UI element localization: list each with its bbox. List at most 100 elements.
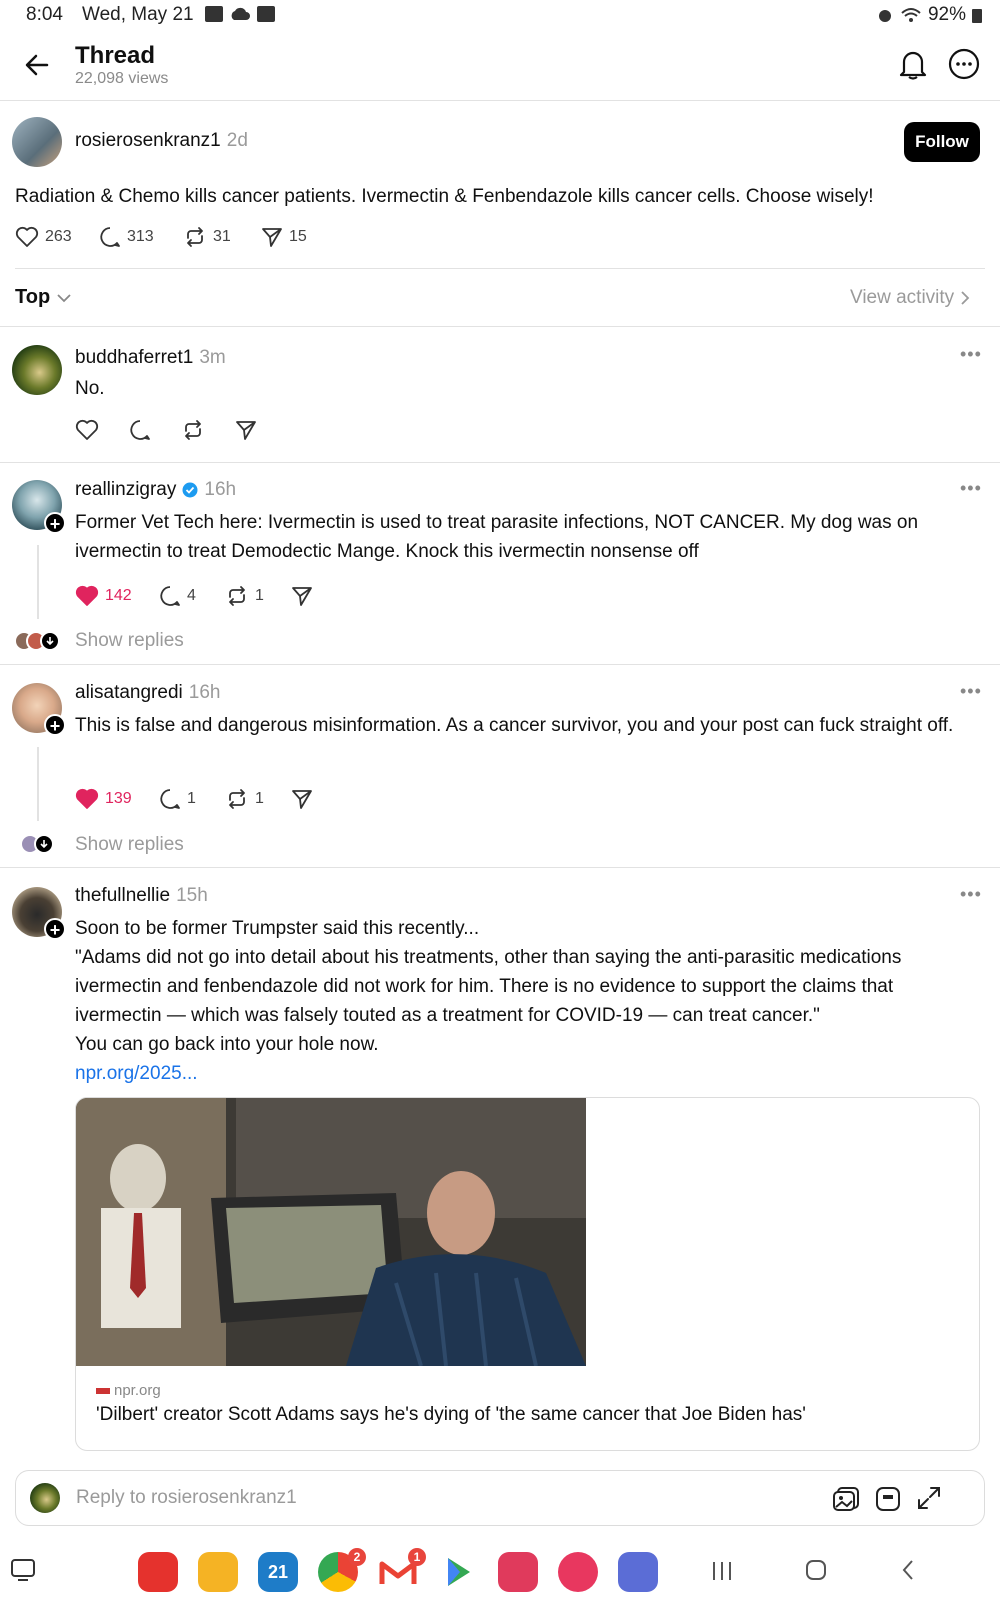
- reply-input[interactable]: Reply to rosierosenkranz1: [76, 1487, 297, 1509]
- comment-icon: [100, 227, 120, 247]
- like-button[interactable]: 142: [75, 585, 159, 607]
- view-activity-link[interactable]: View activity: [850, 287, 970, 309]
- external-link[interactable]: npr.org/2025...: [75, 1059, 975, 1088]
- reply-divider: [0, 462, 1000, 463]
- reply-header: thefullnellie 15h: [75, 885, 208, 907]
- sort-divider: [0, 326, 1000, 327]
- card-domain: npr.org: [96, 1382, 161, 1399]
- reply-more-button[interactable]: •••: [960, 344, 982, 365]
- reply-username[interactable]: alisatangredi: [75, 682, 183, 703]
- page-title: Thread: [75, 42, 156, 69]
- repost-icon: [187, 227, 203, 247]
- chevron-down-icon: [57, 293, 71, 302]
- reply-username[interactable]: thefullnellie: [75, 885, 170, 906]
- more-options-button[interactable]: [948, 48, 980, 80]
- repost-count: 1: [255, 790, 264, 807]
- comment-icon[interactable]: [129, 419, 151, 441]
- gif-icon[interactable]: [874, 1485, 902, 1513]
- repost-count: 1: [255, 587, 264, 604]
- more-circle-icon: [948, 48, 980, 80]
- repost-button[interactable]: 31: [183, 226, 261, 248]
- app-drawer-icon[interactable]: [618, 1552, 658, 1592]
- reply-more-button[interactable]: •••: [960, 884, 982, 905]
- send-icon[interactable]: [235, 419, 257, 441]
- repost-icon: [229, 789, 245, 809]
- expand-icon[interactable]: [916, 1485, 942, 1511]
- heart-icon: [15, 226, 39, 247]
- op-avatar[interactable]: [12, 117, 62, 167]
- play-store-icon[interactable]: [438, 1552, 478, 1592]
- office-app-icon[interactable]: [138, 1552, 178, 1592]
- comment-button[interactable]: 313: [99, 226, 183, 248]
- reply-more-button[interactable]: •••: [960, 478, 982, 499]
- link-preview-card[interactable]: npr.org 'Dilbert' creator Scott Adams sa…: [75, 1097, 980, 1451]
- view-activity-label: View activity: [850, 287, 955, 308]
- gmail-badge: 1: [408, 1548, 426, 1566]
- comment-count: 4: [187, 587, 196, 604]
- screen-recorder-icon[interactable]: [498, 1552, 538, 1592]
- share-button[interactable]: [291, 788, 313, 810]
- user-avatar: [30, 1483, 60, 1513]
- reply-composer[interactable]: Reply to rosierosenkranz1: [15, 1470, 985, 1526]
- sort-dropdown[interactable]: Top: [15, 286, 72, 309]
- show-replies-link[interactable]: Show replies: [75, 834, 184, 856]
- taskbar-toggle-icon[interactable]: [10, 1558, 36, 1582]
- comment-button[interactable]: 1: [159, 788, 225, 810]
- reply-avatar[interactable]: [12, 345, 62, 395]
- heart-icon[interactable]: [75, 419, 99, 441]
- repost-icon[interactable]: [181, 419, 205, 441]
- follow-plus-icon[interactable]: +: [44, 512, 66, 534]
- reply-text: Former Vet Tech here: Ivermectin is used…: [75, 512, 919, 562]
- follow-plus-icon[interactable]: +: [44, 918, 66, 940]
- send-icon: [292, 790, 312, 809]
- battery-icon: [972, 9, 982, 23]
- back-nav-icon[interactable]: [900, 1558, 916, 1582]
- status-date: Wed, May 21: [82, 4, 194, 25]
- op-time: 2d: [226, 130, 248, 151]
- reply-avatars-stack[interactable]: [14, 631, 60, 651]
- notifications-button[interactable]: [898, 48, 928, 80]
- status-time: 8:04: [26, 4, 63, 25]
- calendar-app-icon[interactable]: 21: [258, 1552, 298, 1592]
- reply-username[interactable]: buddhaferret1: [75, 347, 193, 368]
- send-icon: [262, 228, 282, 247]
- reply-text-line: You can go back into your hole now.: [75, 1034, 379, 1055]
- like-button[interactable]: 139: [75, 788, 159, 810]
- reply-avatars-stack[interactable]: [20, 834, 54, 854]
- home-icon[interactable]: [804, 1558, 828, 1582]
- bell-icon: [899, 51, 927, 80]
- reply-text: This is false and dangerous misinformati…: [75, 715, 954, 736]
- recent-apps-icon[interactable]: [710, 1560, 734, 1582]
- op-actions: 263 313 31 15: [15, 226, 307, 248]
- reply-header: alisatangredi 16h: [75, 682, 220, 704]
- share-button[interactable]: [291, 585, 313, 607]
- op-header: rosierosenkranz1 2d: [75, 130, 248, 152]
- post-divider: [15, 268, 985, 269]
- card-title: 'Dilbert' creator Scott Adams says he's …: [96, 1404, 806, 1425]
- repost-button[interactable]: 1: [225, 788, 291, 810]
- notification-icons: [205, 6, 275, 22]
- show-replies-link[interactable]: Show replies: [75, 630, 184, 652]
- like-button[interactable]: 263: [15, 226, 99, 248]
- reply-time: 16h: [204, 479, 237, 500]
- back-button[interactable]: [22, 50, 52, 80]
- follow-plus-icon[interactable]: +: [44, 714, 66, 736]
- follow-button[interactable]: Follow: [904, 122, 980, 162]
- like-count: 263: [45, 228, 72, 245]
- reply-actions: 139 1 1: [75, 788, 313, 810]
- files-app-icon[interactable]: [198, 1552, 238, 1592]
- comment-button[interactable]: 4: [159, 585, 225, 607]
- reply-text: No.: [75, 378, 105, 399]
- reply-text: Soon to be former Trumpster said this re…: [75, 914, 975, 1088]
- reply-more-button[interactable]: •••: [960, 681, 982, 702]
- share-button[interactable]: 15: [261, 226, 307, 248]
- repost-icon: [229, 586, 245, 606]
- gallery-icon[interactable]: [832, 1485, 860, 1513]
- repost-button[interactable]: 1: [225, 585, 291, 607]
- op-username[interactable]: rosierosenkranz1: [75, 130, 221, 151]
- reply-username[interactable]: reallinzigray: [75, 479, 176, 501]
- reply-header: buddhaferret1 3m: [75, 347, 226, 369]
- sort-label: Top: [15, 286, 51, 308]
- npr-logo-icon: [96, 1388, 110, 1395]
- blossom-app-icon[interactable]: [558, 1552, 598, 1592]
